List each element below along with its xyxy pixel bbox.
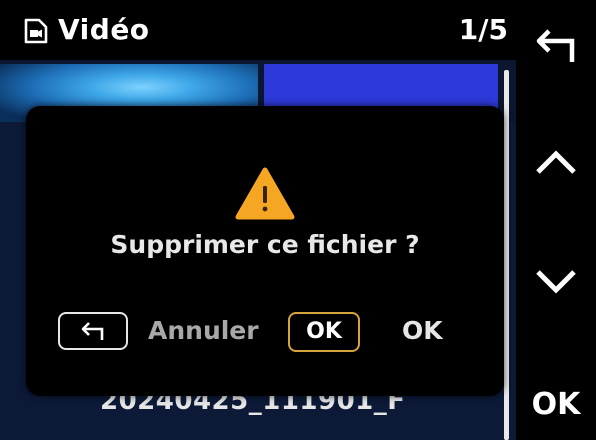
chevron-up-icon xyxy=(536,150,576,174)
page-title: Vidéo xyxy=(58,13,150,46)
chevron-down-icon xyxy=(536,270,576,294)
ok-key-hint[interactable]: OK xyxy=(288,312,360,352)
side-up-button[interactable] xyxy=(516,134,596,190)
side-button-panel: OK xyxy=(516,0,596,440)
dialog-message: Supprimer ce fichier ? xyxy=(110,230,420,259)
return-arrow-icon xyxy=(81,322,104,340)
return-arrow-icon xyxy=(536,29,575,62)
delete-confirm-dialog: Supprimer ce fichier ? Annuler OK OK xyxy=(26,106,504,396)
warning-icon xyxy=(234,166,296,222)
side-back-button[interactable] xyxy=(516,18,596,74)
cancel-key-hint[interactable] xyxy=(58,312,128,350)
side-ok-button[interactable]: OK xyxy=(516,376,596,432)
main-screen: Vidéo 1/5 20240425_111901_F Supprimer ce… xyxy=(0,0,516,440)
cancel-button[interactable]: Annuler xyxy=(148,316,259,345)
scrollbar[interactable] xyxy=(504,70,509,440)
file-video-icon xyxy=(24,18,48,44)
file-counter: 1/5 xyxy=(458,13,508,46)
header-bar: Vidéo 1/5 xyxy=(0,0,516,60)
ok-button[interactable]: OK xyxy=(402,316,443,345)
side-down-button[interactable] xyxy=(516,254,596,310)
